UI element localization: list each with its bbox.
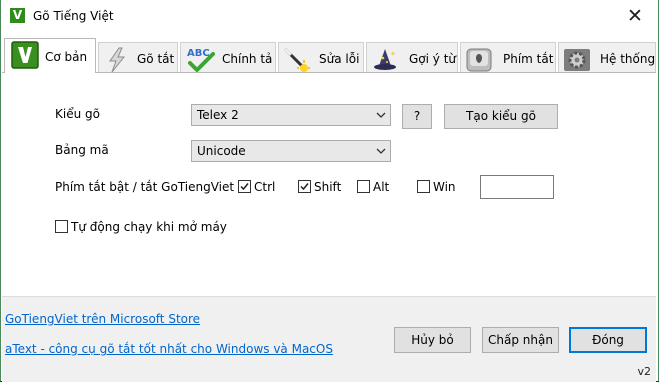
keyboard-key-icon bbox=[466, 48, 492, 72]
tab-chinh-ta-label: Chính tả bbox=[222, 52, 273, 66]
window-title: Gõ Tiếng Việt bbox=[33, 9, 114, 23]
tab-go-tat[interactable]: Gõ tắt bbox=[98, 42, 178, 73]
v-logo-icon bbox=[11, 41, 39, 69]
hotkey-alt-label: Alt bbox=[373, 180, 390, 194]
typing-method-label: Kiểu gõ bbox=[55, 107, 100, 121]
footer-bar: GoTiengViet trên Microsoft Store aText -… bbox=[2, 296, 656, 382]
hotkey-shift-checkbox[interactable] bbox=[298, 180, 311, 193]
tab-sua-loi[interactable]: Sửa lỗi bbox=[278, 42, 364, 72]
tab-phim-tat-label: Phím tắt bbox=[503, 52, 554, 66]
microsoft-store-link[interactable]: GoTiengViet trên Microsoft Store bbox=[5, 312, 200, 326]
autostart-checkbox[interactable] bbox=[55, 220, 68, 233]
hotkey-ctrl-checkbox[interactable] bbox=[238, 180, 251, 193]
checkmark-icon bbox=[300, 183, 309, 191]
tab-go-tat-label: Gõ tắt bbox=[137, 52, 175, 66]
tab-chinh-ta[interactable]: ABC Chính tả bbox=[180, 42, 276, 72]
hotkey-win-checkbox[interactable] bbox=[417, 180, 430, 193]
autostart-label: Tự động chạy khi mở máy bbox=[71, 220, 227, 234]
checkmark-icon bbox=[240, 183, 249, 191]
typing-method-select[interactable]: Telex 2 bbox=[191, 104, 391, 126]
svg-text:ABC: ABC bbox=[187, 48, 210, 59]
chevron-down-icon bbox=[376, 112, 386, 118]
hotkey-key-input[interactable] bbox=[480, 175, 554, 199]
title-bar[interactable]: V Gõ Tiếng Việt ✕ bbox=[1, 0, 658, 32]
hotkey-label: Phím tắt bật / tắt GoTiengViet bbox=[55, 180, 235, 194]
version-label: v2 bbox=[637, 365, 651, 378]
create-typing-method-button[interactable]: Tạo kiểu gõ bbox=[444, 104, 558, 129]
typing-method-value: Telex 2 bbox=[197, 108, 239, 122]
close-button[interactable]: Đóng bbox=[569, 327, 647, 353]
charset-select[interactable]: Unicode bbox=[191, 140, 391, 162]
atext-link[interactable]: aText - công cụ gõ tắt tốt nhất cho Wind… bbox=[5, 342, 333, 356]
chevron-down-icon bbox=[376, 148, 386, 154]
charset-value: Unicode bbox=[197, 144, 246, 158]
accept-button[interactable]: Chấp nhận bbox=[482, 327, 559, 353]
window-close-button[interactable]: ✕ bbox=[612, 0, 658, 32]
hotkey-shift-label: Shift bbox=[314, 180, 342, 194]
gotiengviet-window: V Gõ Tiếng Việt ✕ Cơ bản Gõ tắt ABC Chín… bbox=[0, 0, 659, 382]
magic-wand-icon bbox=[284, 48, 310, 72]
tab-phim-tat[interactable]: Phím tắt bbox=[460, 42, 556, 72]
tab-he-thong[interactable]: Hệ thống bbox=[558, 42, 656, 72]
tab-goi-y-tu-label: Gợi ý từ bbox=[409, 52, 457, 66]
app-logo-icon: V bbox=[10, 8, 25, 23]
tab-co-ban-label: Cơ bản bbox=[45, 50, 88, 64]
hotkey-alt-checkbox[interactable] bbox=[357, 180, 370, 193]
tab-goi-y-tu[interactable]: Gợi ý từ bbox=[366, 42, 458, 72]
abc-check-icon: ABC bbox=[187, 48, 215, 72]
tab-he-thong-label: Hệ thống bbox=[600, 52, 656, 66]
tab-co-ban[interactable]: Cơ bản bbox=[4, 38, 96, 73]
hotkey-win-label: Win bbox=[433, 180, 456, 194]
basic-settings-panel: Kiểu gõ Telex 2 ? Tạo kiểu gõ Bảng mã Un… bbox=[2, 72, 656, 296]
tab-strip: Cơ bản Gõ tắt ABC Chính tả Sửa lỗi Gợi ý… bbox=[1, 38, 658, 73]
gear-icon bbox=[564, 49, 590, 71]
typing-method-help-button[interactable]: ? bbox=[402, 104, 432, 129]
hotkey-ctrl-label: Ctrl bbox=[254, 180, 276, 194]
tab-sua-loi-label: Sửa lỗi bbox=[319, 52, 360, 66]
wizard-hat-icon bbox=[374, 49, 396, 70]
cancel-button[interactable]: Hủy bỏ bbox=[394, 327, 471, 353]
lightning-icon bbox=[109, 47, 126, 73]
charset-label: Bảng mã bbox=[55, 143, 109, 157]
